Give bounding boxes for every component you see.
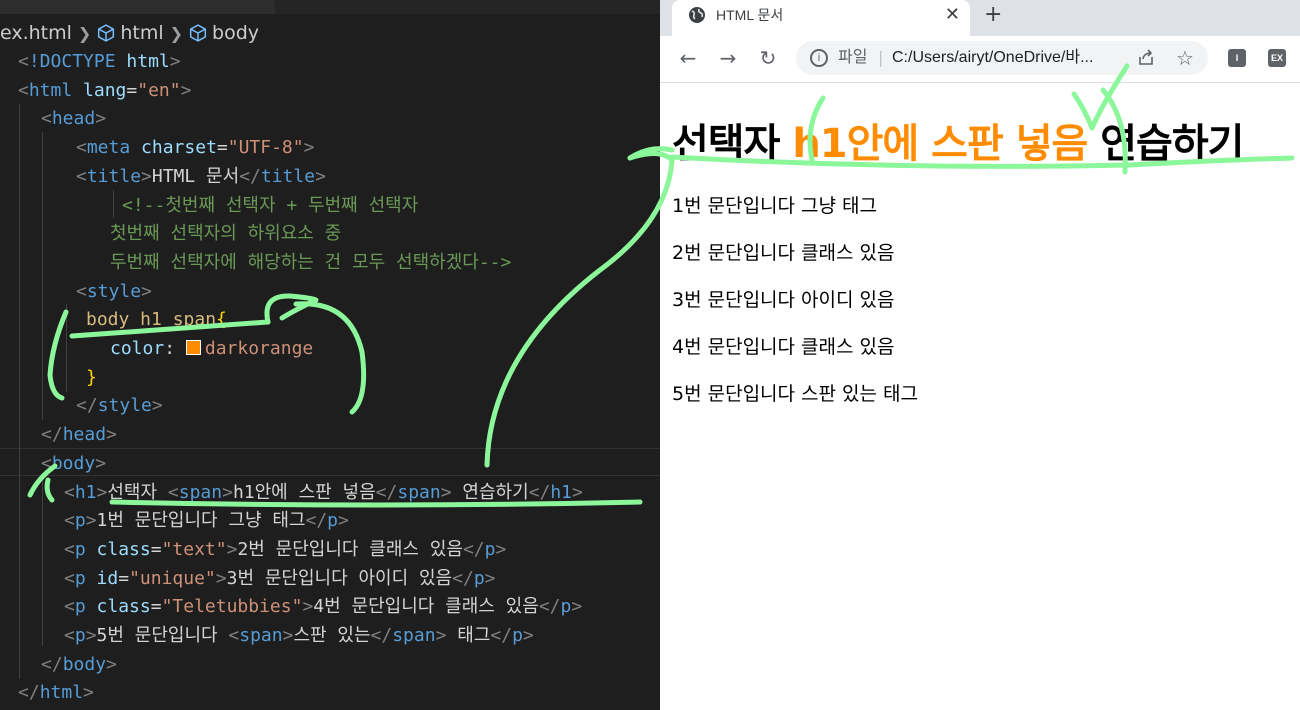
browser-tab-bar: HTML 문서 ✕ + — [660, 0, 1300, 36]
indent-guide — [42, 476, 43, 646]
editor-tab-strip — [0, 0, 660, 14]
cube-icon — [98, 24, 115, 42]
indent-guide — [66, 304, 67, 392]
share-icon[interactable] — [1136, 48, 1156, 68]
code-line: <body> — [41, 452, 107, 474]
code-comment: <!--첫번째 선택자 + 두번째 선택자 — [122, 194, 419, 216]
code-line: </head> — [41, 424, 117, 446]
code-line: <h1>선택자 <span>h1안에 스판 넣음</span> 연습하기</h1… — [64, 481, 583, 503]
breadcrumb-html[interactable]: html — [120, 22, 163, 44]
paragraph: 1번 문단입니다 그냥 태그 — [672, 195, 878, 217]
code-line: </html> — [18, 682, 94, 704]
back-button[interactable]: ← — [675, 45, 701, 71]
code-comment: 두번째 선택자에 해당하는 건 모두 선택하겠다--> — [110, 251, 512, 273]
code-line: <p>5번 문단입니다 <span>스판 있는</span> 태그</p> — [64, 625, 534, 646]
paragraph: 3번 문단입니다 아이디 있음 — [672, 289, 895, 311]
code-line: <p id="unique">3번 문단입니다 아이디 있음</p> — [64, 567, 496, 589]
file-scheme-label: 파일 — [838, 49, 868, 66]
indent-guide — [19, 104, 20, 679]
new-tab-button[interactable]: + — [984, 2, 1002, 28]
code-line: </body> — [41, 653, 117, 675]
code-line: <title>HTML 문서</title> — [76, 165, 326, 187]
paragraph: 4번 문단입니다 클래스 있음 — [672, 336, 895, 358]
tab-title: HTML 문서 — [716, 7, 784, 23]
code-line: <meta charset="UTF-8"> — [76, 137, 315, 159]
code-line: </style> — [76, 395, 163, 417]
paragraph: 5번 문단입니다 스판 있는 태그 — [672, 383, 919, 405]
paragraph: 2번 문단입니다 클래스 있음 — [672, 242, 895, 264]
chevron-right-icon: ❯ — [169, 23, 184, 43]
editor-tab[interactable] — [0, 0, 275, 14]
forward-button[interactable]: → — [715, 45, 741, 71]
code-comment: 첫번째 선택자의 하위요소 중 — [110, 223, 342, 245]
heading-span: h1안에 스판 넣음 — [792, 121, 1088, 167]
code-editor[interactable]: ex.html ❯ html ❯ body <!DOCTYPE html> <h… — [0, 0, 660, 710]
info-icon[interactable]: i — [810, 49, 828, 67]
indent-guide — [42, 132, 43, 420]
cube-icon — [189, 24, 207, 42]
chevron-right-icon: ❯ — [77, 23, 92, 43]
color-swatch[interactable] — [185, 340, 201, 355]
code-line: <p class="Teletubbies">4번 문단입니다 클래스 있음</… — [64, 596, 583, 618]
star-icon[interactable]: ☆ — [1176, 43, 1194, 73]
address-separator: | — [878, 48, 884, 67]
breadcrumb: ex.html ❯ html ❯ body — [0, 20, 259, 46]
breadcrumb-body[interactable]: body — [212, 22, 259, 44]
code-line: <head> — [41, 108, 107, 130]
code-line: <p class="text">2번 문단입니다 클래스 있음</p> — [64, 538, 507, 560]
code-line: <!DOCTYPE html> — [18, 51, 181, 72]
close-icon[interactable]: ✕ — [945, 6, 960, 24]
browser-tab[interactable]: HTML 문서 ✕ — [672, 0, 970, 36]
code-line: body h1 span{ — [86, 309, 227, 331]
extension-icon[interactable]: I — [1228, 49, 1246, 67]
code-line: <style> — [76, 280, 152, 302]
reload-button[interactable]: ↻ — [755, 45, 781, 71]
breadcrumb-file[interactable]: ex.html — [0, 22, 72, 44]
extension-icon[interactable]: EX — [1268, 49, 1286, 67]
code-line: color: darkorange — [110, 338, 314, 359]
code-line: } — [86, 366, 97, 388]
code-line: <p>1번 문단입니다 그냥 태그</p> — [64, 510, 349, 532]
indent-guide — [113, 190, 114, 218]
address-bar[interactable]: i 파일 | C:/Users/airyt/OneDrive/바... ☆ — [796, 41, 1208, 75]
page-content: 선택자 h1안에 스판 넣음 연습하기 1번 문단입니다 그냥 태그 2번 문단… — [660, 83, 1300, 710]
browser-toolbar: ← → ↻ i 파일 | C:/Users/airyt/OneDrive/바..… — [660, 36, 1300, 83]
globe-icon — [689, 7, 705, 23]
page-heading: 선택자 h1안에 스판 넣음 연습하기 — [672, 121, 1244, 167]
code-line: <html lang="en"> — [18, 79, 192, 101]
url-text[interactable]: C:/Users/airyt/OneDrive/바... — [892, 41, 1127, 75]
browser-window: HTML 문서 ✕ + ← → ↻ i 파일 | C:/Users/airyt/… — [660, 0, 1300, 710]
